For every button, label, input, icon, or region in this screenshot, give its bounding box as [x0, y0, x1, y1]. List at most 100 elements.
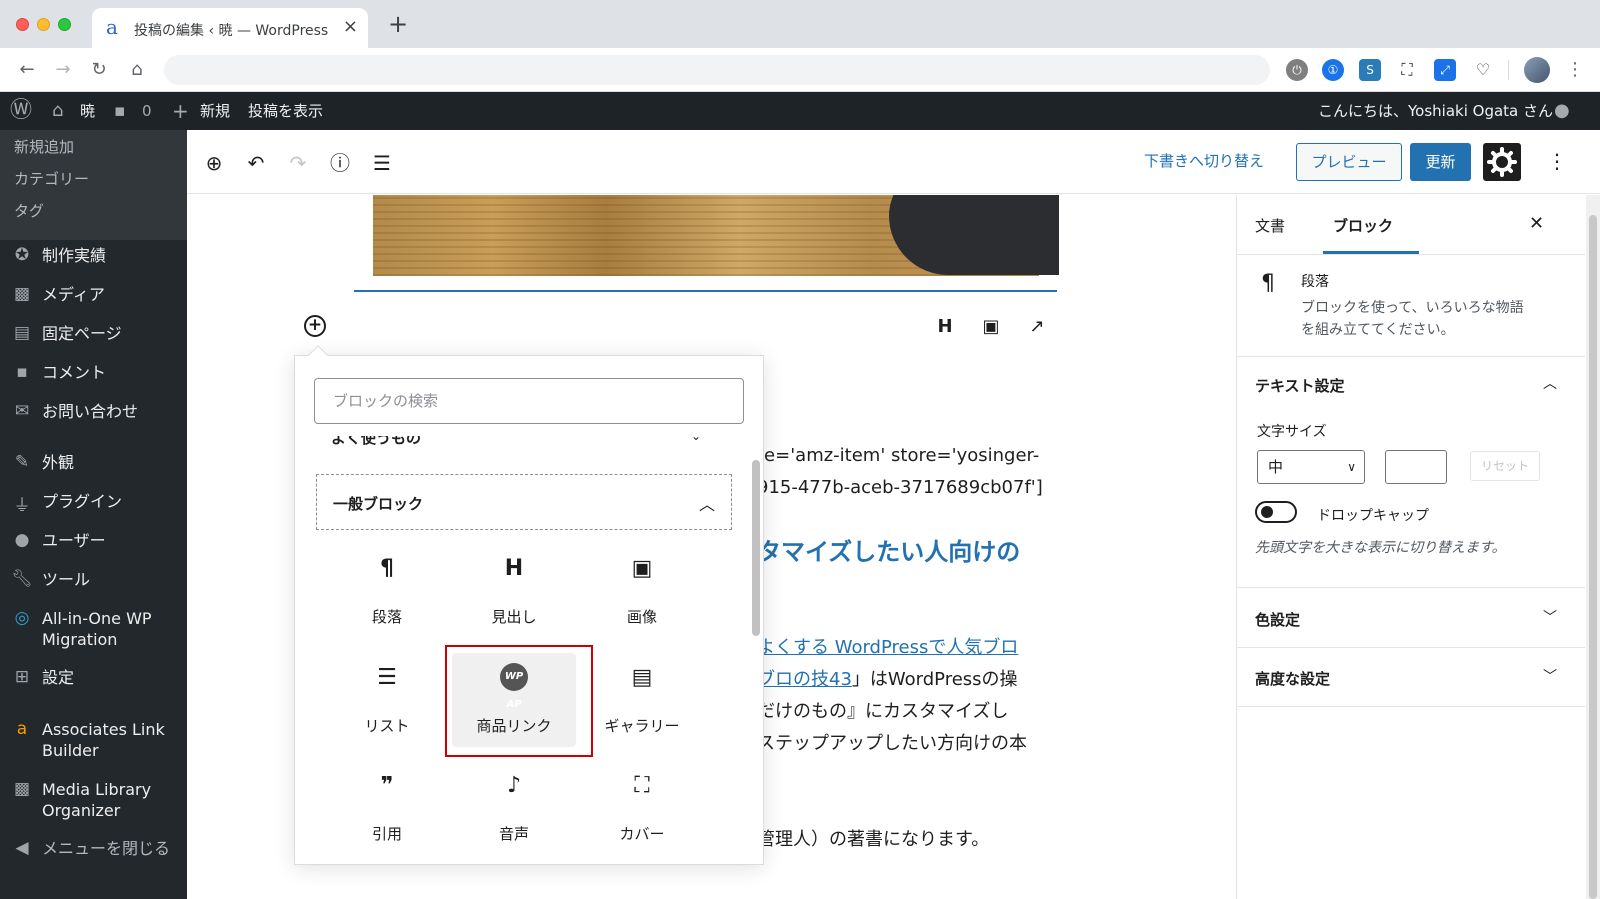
heading-quick-icon[interactable]: H — [932, 316, 958, 338]
block-selection-line — [354, 290, 1057, 292]
window-zoom-button[interactable] — [58, 18, 71, 31]
inline-inserter-icon[interactable]: + — [304, 315, 326, 337]
text-settings-panel-toggle[interactable]: テキスト設定 — [1255, 375, 1345, 396]
common-blocks-category-header[interactable]: 一般ブロック ︿ — [316, 474, 732, 530]
content-heading[interactable]: タマイズしたい人向けの — [757, 532, 1020, 567]
chevron-down-icon[interactable]: ⌄ — [691, 429, 701, 443]
tab-document[interactable]: 文書 — [1255, 215, 1285, 236]
block-tile-quote[interactable]: ❞ 引用 — [325, 761, 449, 855]
menu-item-contact[interactable]: ✉ お問い合わせ — [0, 401, 187, 423]
book-link-line-1[interactable]: よくする WordPressで人気ブロ — [757, 636, 1018, 660]
window-close-button[interactable] — [16, 18, 29, 31]
submenu-tags[interactable]: タグ — [14, 200, 44, 221]
screenshot-extension-icon[interactable]: ⛶ — [1396, 59, 1418, 81]
block-search-input[interactable]: ブロックの検索 — [314, 378, 744, 424]
back-icon[interactable]: ← — [14, 57, 40, 83]
switch-to-draft-button[interactable]: 下書きへ切り替え — [1144, 150, 1264, 171]
custom-font-size-input[interactable] — [1385, 450, 1447, 484]
block-tile-list[interactable]: ☰ リスト — [325, 653, 449, 747]
window-minimize-button[interactable] — [37, 18, 50, 31]
home-icon[interactable]: ⌂ — [124, 57, 150, 83]
frequent-category-header[interactable]: よく使うもの — [331, 436, 711, 446]
menu-item-media[interactable]: ▩ メディア — [0, 284, 187, 306]
content-line-6[interactable]: 管理人）の著書になります。 — [757, 828, 989, 852]
block-tile-image[interactable]: ▣ 画像 — [580, 544, 704, 638]
shortcode-line-1[interactable]: te='amz-item' store='yosinger- — [757, 444, 1039, 468]
site-name-link[interactable]: 暁 — [80, 92, 95, 130]
menu-item-works[interactable]: ✪ 制作実績 — [0, 245, 187, 267]
menu-collapse-button[interactable]: ◀ メニューを閉じる — [0, 838, 187, 860]
menu-item-users[interactable]: ● ユーザー — [0, 530, 187, 552]
user-avatar-icon[interactable]: ● — [1554, 92, 1570, 130]
view-post-link[interactable]: 投稿を表示 — [248, 92, 323, 130]
font-size-select[interactable]: 中 ∨ — [1257, 450, 1365, 484]
chevron-down-icon[interactable]: ﹀ — [1543, 666, 1557, 686]
settings-toggle-button[interactable] — [1483, 143, 1521, 181]
resize-extension-icon[interactable]: ⤢ — [1434, 59, 1456, 81]
chevron-up-icon: ︿ — [698, 495, 715, 514]
advanced-panel-toggle[interactable]: 高度な設定 — [1255, 668, 1330, 689]
more-tools-icon[interactable]: ⋮ — [1547, 148, 1567, 174]
chevron-up-icon[interactable]: ︿ — [1543, 373, 1557, 393]
inserter-scrollbar[interactable] — [752, 460, 760, 636]
add-block-icon[interactable]: ⊕ — [201, 150, 227, 176]
block-navigation-icon[interactable]: ☰ — [369, 150, 395, 176]
password-extension-icon[interactable]: ① — [1322, 59, 1344, 81]
shortcode-line-2[interactable]: 915-477b-aceb-3717689cb07f'] — [757, 476, 1043, 500]
plus-icon[interactable]: + — [172, 92, 189, 130]
forward-icon[interactable]: → — [50, 57, 76, 83]
s-extension-icon[interactable]: S — [1359, 59, 1381, 81]
menu-item-associates-link-builder[interactable]: a Associates Link Builder — [0, 719, 187, 763]
menu-item-appearance[interactable]: ✎ 外観 — [0, 452, 187, 474]
menu-item-plugins[interactable]: ⏚ プラグイン — [0, 491, 187, 516]
menu-item-migration[interactable]: ◎ All-in-One WP Migration — [0, 608, 187, 652]
reload-icon[interactable]: ↻ — [86, 57, 112, 83]
preview-button[interactable]: プレビュー — [1296, 143, 1402, 181]
menu-item-tools[interactable]: 🔧︎ ツール — [0, 569, 187, 591]
drop-cap-toggle[interactable] — [1255, 501, 1297, 523]
submenu-add-new[interactable]: 新規追加 — [14, 136, 74, 157]
block-tile-heading[interactable]: H 見出し — [452, 544, 576, 638]
comments-count[interactable]: 0 — [142, 92, 152, 130]
chevron-down-icon[interactable]: ﹀ — [1543, 607, 1557, 627]
new-content-link[interactable]: 新規 — [200, 92, 230, 130]
browser-menu-icon[interactable]: ⋮ — [1566, 58, 1584, 82]
close-icon[interactable]: ✕ — [1529, 213, 1544, 234]
wordpress-logo-icon[interactable]: Ⓦ — [10, 92, 32, 130]
image-quick-icon[interactable]: ▣ — [978, 316, 1004, 338]
share-quick-icon[interactable]: ↗ — [1024, 316, 1050, 338]
menu-item-media-library-organizer[interactable]: ▩ Media Library Organizer — [0, 779, 187, 823]
submenu-categories[interactable]: カテゴリー — [14, 168, 89, 189]
menu-item-settings[interactable]: ⊞ 設定 — [0, 667, 187, 689]
undo-icon[interactable]: ↶ — [243, 150, 269, 176]
address-bar[interactable] — [164, 55, 1270, 85]
font-size-reset-button[interactable]: リセット — [1470, 451, 1540, 481]
block-tile-gallery[interactable]: ▤ ギャラリー — [580, 653, 704, 747]
account-greeting[interactable]: こんにちは、Yoshiaki Ogata さん — [1318, 92, 1553, 130]
featured-image-block[interactable] — [373, 195, 1059, 276]
color-settings-panel-toggle[interactable]: 色設定 — [1255, 609, 1300, 630]
home-site-icon[interactable]: ⌂ — [52, 92, 63, 130]
block-tile-paragraph[interactable]: ¶ 段落 — [325, 544, 449, 638]
sidebar-scrollbar[interactable] — [1586, 195, 1600, 899]
pocket-extension-icon[interactable]: ♡ — [1472, 59, 1494, 81]
block-tile-audio[interactable]: ♪ 音声 — [452, 761, 576, 855]
book-link-line-2[interactable]: ブロの技43 — [757, 669, 852, 690]
sidebar-scrollbar-thumb[interactable] — [1589, 215, 1597, 899]
redo-icon[interactable]: ↷ — [285, 150, 311, 176]
profile-avatar[interactable] — [1524, 57, 1550, 83]
info-icon[interactable]: ⓘ — [327, 150, 353, 176]
tab-block[interactable]: ブロック — [1333, 215, 1393, 236]
content-line-4[interactable]: だけのもの』にカスタマイズし — [757, 700, 1008, 724]
power-extension-icon[interactable]: ⏻ — [1286, 59, 1308, 81]
content-line-3[interactable]: ブロの技43」はWordPressの操 — [757, 668, 1018, 692]
new-tab-button[interactable]: + — [388, 12, 408, 36]
browser-tab[interactable]: a 投稿の編集 ‹ 暁 — WordPress × — [92, 8, 368, 48]
menu-item-comments[interactable]: ▪ コメント — [0, 362, 187, 384]
block-tile-cover[interactable]: ⛶ カバー — [580, 761, 704, 855]
content-line-5[interactable]: ステップアップしたい方向けの本 — [757, 732, 1027, 756]
tab-close-icon[interactable]: × — [343, 17, 358, 37]
menu-item-pages[interactable]: ▤ 固定ページ — [0, 323, 187, 345]
update-button[interactable]: 更新 — [1410, 143, 1471, 181]
comments-icon[interactable]: ▪ — [114, 92, 126, 130]
